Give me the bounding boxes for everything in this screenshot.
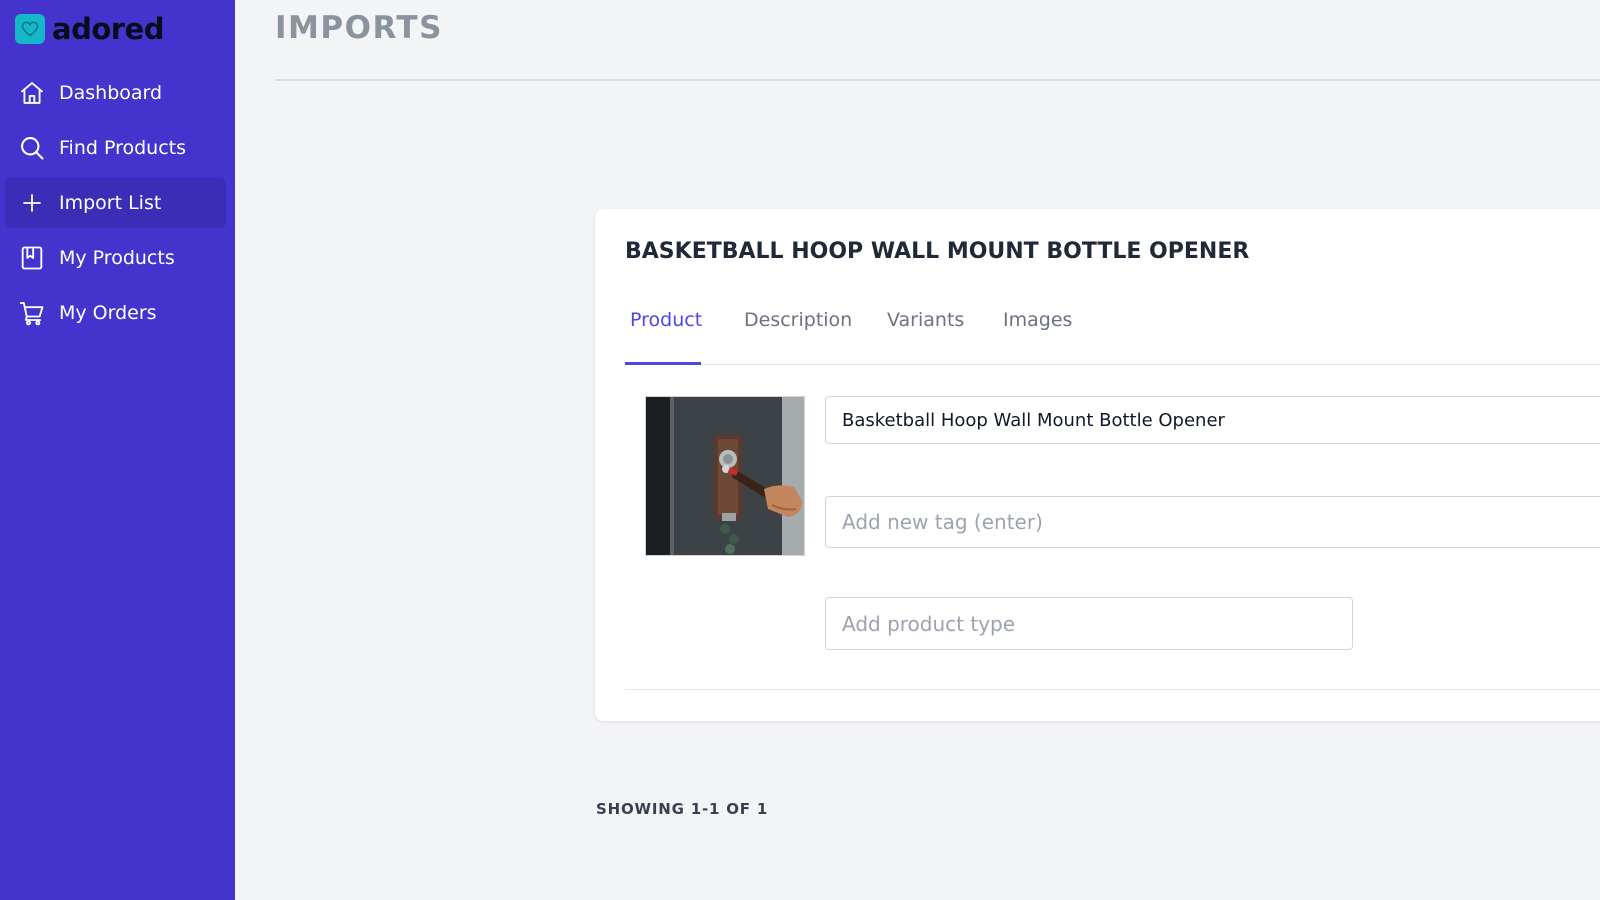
header-divider [275,79,1600,81]
active-tab-indicator [625,362,701,365]
sidebar-item-label: Import List [59,192,162,214]
tags-input[interactable] [842,510,1600,534]
tab-product[interactable]: Product [630,309,702,331]
product-title-field[interactable] [825,396,1600,444]
tags-field[interactable] [825,496,1600,548]
product-type-input[interactable] [842,611,1352,636]
product-photo [646,397,804,555]
page-title: IMPORTS [275,10,443,46]
tab-images[interactable]: Images [1003,309,1072,331]
import-product-card: BASKETBALL HOOP WALL MOUNT BOTTLE OPENER… [595,209,1600,721]
brand-name: adored [52,12,164,46]
heart-logo-icon [15,14,45,44]
book-icon [17,243,47,273]
product-title-input[interactable] [842,409,1600,431]
sidebar-item-label: My Products [59,247,175,269]
product-heading: BASKETBALL HOOP WALL MOUNT BOTTLE OPENER [625,239,1250,264]
pagination-summary: SHOWING 1-1 OF 1 [596,800,769,818]
sidebar-nav: Dashboard Find Products Import List My P… [5,68,226,343]
cart-icon [17,298,47,328]
sidebar-item-dashboard[interactable]: Dashboard [5,68,226,118]
tab-variants[interactable]: Variants [887,309,964,331]
sidebar-item-label: Find Products [59,137,187,159]
sidebar-item-label: Dashboard [59,82,163,104]
sidebar-item-my-products[interactable]: My Products [5,233,226,283]
brand-logo[interactable]: adored [15,14,164,44]
sidebar-item-import-list[interactable]: Import List [5,178,226,228]
plus-icon [17,188,47,218]
card-divider [625,689,1600,690]
sidebar-item-find-products[interactable]: Find Products [5,123,226,173]
sidebar-item-label: My Orders [59,302,157,324]
sidebar: adored Dashboard Find Products Import Li… [0,0,235,900]
search-icon [17,133,47,163]
tab-description[interactable]: Description [744,309,852,331]
product-tabs: Product Description Variants Images [625,289,1600,365]
product-image[interactable] [645,396,805,556]
product-type-field[interactable] [825,597,1353,650]
home-icon [17,78,47,108]
sidebar-item-my-orders[interactable]: My Orders [5,288,226,338]
